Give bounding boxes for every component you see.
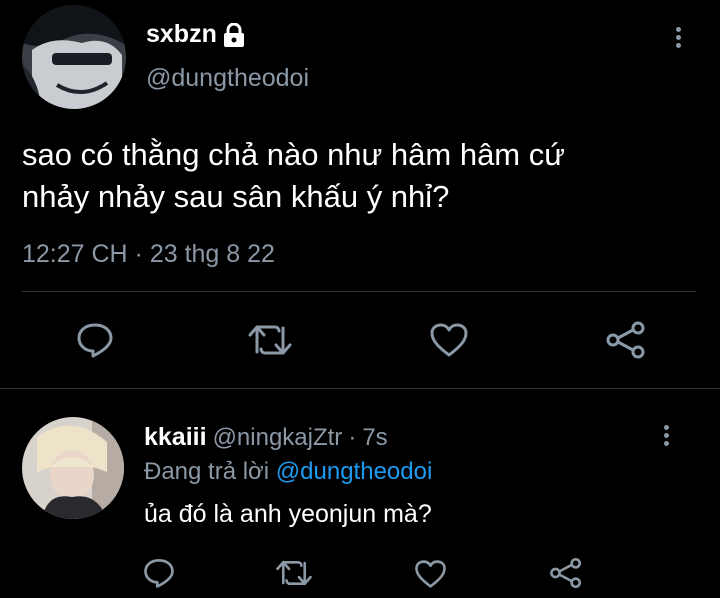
author-name-row: sxbzn — [146, 20, 245, 49]
reply-display-name[interactable]: kkaiii — [144, 423, 207, 452]
reply-author-avatar-image — [22, 417, 124, 519]
reply-icon[interactable] — [76, 321, 114, 359]
reply-separator: · — [348, 424, 357, 451]
lock-icon — [223, 22, 245, 47]
more-options-icon[interactable] — [674, 27, 682, 48]
divider — [0, 388, 720, 389]
share-icon[interactable] — [605, 321, 647, 359]
reply-author-avatar[interactable] — [22, 417, 124, 519]
reply-reply-icon[interactable] — [143, 557, 175, 589]
tweet-text-line-1: sao có thằng chả nào như hâm hâm cứ — [22, 137, 565, 172]
reply-like-icon[interactable] — [414, 559, 447, 589]
reply-retweet-icon[interactable] — [275, 558, 313, 588]
author-display-name[interactable]: sxbzn — [146, 20, 217, 49]
divider — [22, 291, 696, 292]
reply-share-icon[interactable] — [549, 557, 583, 589]
reply-header: kkaiii @ningkajZtr · 7s — [144, 423, 388, 452]
replying-to: Đang trả lời @dungtheodoi — [144, 458, 432, 486]
reply-more-options-icon[interactable] — [662, 425, 670, 446]
replying-to-handle[interactable]: @dungtheodoi — [276, 458, 433, 485]
author-handle[interactable]: @dungtheodoi — [146, 64, 309, 93]
reply-handle[interactable]: @ningkajZtr — [213, 424, 343, 452]
author-avatar-image — [22, 5, 126, 109]
tweet-text-line-2: nhảy nhảy sau sân khấu ý nhỉ? — [22, 179, 450, 214]
reply-text: ủa đó là anh yeonjun mà? — [144, 500, 432, 528]
tweet-text: sao có thằng chả nào như hâm hâm cứ nhảy… — [22, 134, 565, 218]
author-avatar[interactable] — [22, 5, 126, 109]
like-icon[interactable] — [429, 322, 469, 358]
reply-age[interactable]: 7s — [362, 424, 387, 452]
replying-to-prefix: Đang trả lời — [144, 458, 270, 485]
tweet-timestamp[interactable]: 12:27 CH · 23 thg 8 22 — [22, 240, 275, 269]
retweet-icon[interactable] — [247, 322, 293, 358]
